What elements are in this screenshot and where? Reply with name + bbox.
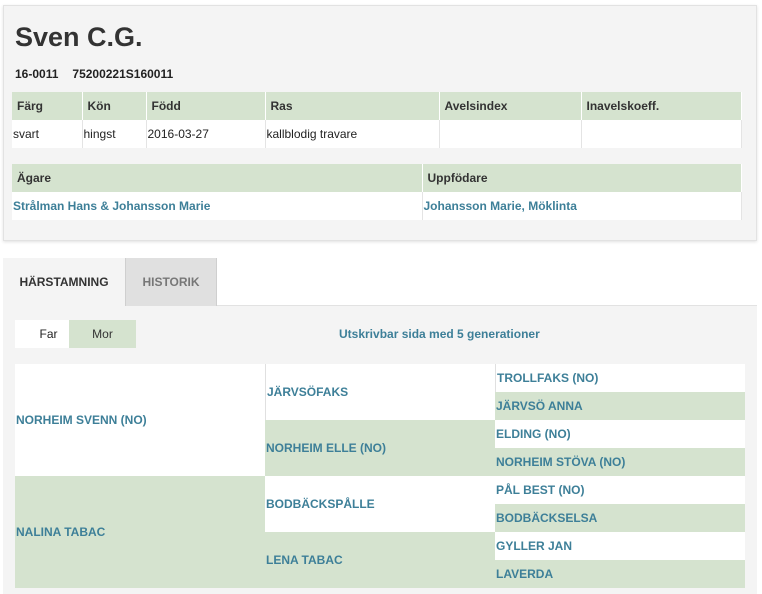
pedigree-gen3-4[interactable]: NORHEIM STÖVA (NO) bbox=[495, 448, 745, 476]
ueln-number: 75200221S160011 bbox=[72, 67, 174, 81]
pedigree-gen3-5[interactable]: PÅL BEST (NO) bbox=[495, 476, 745, 504]
pedigree-sire-dam[interactable]: NORHEIM ELLE (NO) bbox=[265, 420, 495, 476]
cell-avelsindex bbox=[439, 120, 582, 148]
pedigree-gen3-7[interactable]: GYLLER JAN bbox=[495, 532, 745, 560]
printable-page-link[interactable]: Utskrivbar sida med 5 generationer bbox=[339, 327, 540, 341]
pedigree-sire-sire[interactable]: JÄRVSÖFAKS bbox=[265, 364, 495, 420]
tab-harstamning[interactable]: HÄRSTAMNING bbox=[3, 258, 125, 306]
pedigree-tree: NORHEIM SVENN (NO) NALINA TABAC JÄRVSÖFA… bbox=[15, 364, 745, 588]
pedigree-sire[interactable]: NORHEIM SVENN (NO) bbox=[15, 364, 265, 476]
col-header-uppfodare: Uppfödare bbox=[422, 164, 742, 192]
cell-inavelskoeff bbox=[581, 120, 742, 148]
pedigree-gen3-2[interactable]: JÄRVSÖ ANNA bbox=[495, 392, 745, 420]
pedigree-panel: Far Mor Utskrivbar sida med 5 generation… bbox=[3, 306, 757, 594]
cell-fodd: 2016-03-27 bbox=[146, 120, 266, 148]
pedigree-gen3-1[interactable]: TROLLFAKS (NO) bbox=[495, 364, 745, 392]
pedigree-gen3-8[interactable]: LAVERDA bbox=[495, 560, 745, 588]
col-header-agare: Ägare bbox=[12, 164, 423, 192]
pedigree-dam-dam[interactable]: LENA TABAC bbox=[265, 532, 495, 588]
reg-number: 16-0011 bbox=[15, 67, 59, 81]
horse-info-table: Färg Kön Född Ras Avelsindex Inavelskoef… bbox=[12, 92, 742, 148]
cell-ras: kallblodig travare bbox=[265, 120, 440, 148]
breeder-link[interactable]: Johansson Marie, Möklinta bbox=[422, 192, 742, 220]
owner-link[interactable]: Strålman Hans & Johansson Marie bbox=[12, 192, 423, 220]
col-header-farg: Färg bbox=[12, 92, 83, 120]
cell-farg: svart bbox=[12, 120, 83, 148]
col-header-avelsindex: Avelsindex bbox=[439, 92, 582, 120]
horse-ids: 16-0011 75200221S160011 bbox=[15, 67, 173, 81]
pedigree-dam[interactable]: NALINA TABAC bbox=[15, 476, 265, 588]
tab-historik[interactable]: HISTORIK bbox=[125, 258, 217, 306]
pedigree-dam-sire[interactable]: BODBÄCKSPÅLLE bbox=[265, 476, 495, 532]
horse-name: Sven C.G. bbox=[15, 22, 143, 52]
col-header-inavelskoeff: Inavelskoeff. bbox=[581, 92, 742, 120]
pedigree-gen3-3[interactable]: ELDING (NO) bbox=[495, 420, 745, 448]
owner-table: Ägare Uppfödare Strålman Hans & Johansso… bbox=[12, 164, 742, 220]
mor-toggle-button[interactable]: Mor bbox=[69, 320, 136, 348]
col-header-kon: Kön bbox=[82, 92, 147, 120]
cell-kon: hingst bbox=[82, 120, 147, 148]
col-header-fodd: Född bbox=[146, 92, 266, 120]
col-header-ras: Ras bbox=[265, 92, 440, 120]
tabs-bar: HÄRSTAMNING HISTORIK bbox=[3, 258, 757, 306]
pedigree-gen3-6[interactable]: BODBÄCKSELSA bbox=[495, 504, 745, 532]
